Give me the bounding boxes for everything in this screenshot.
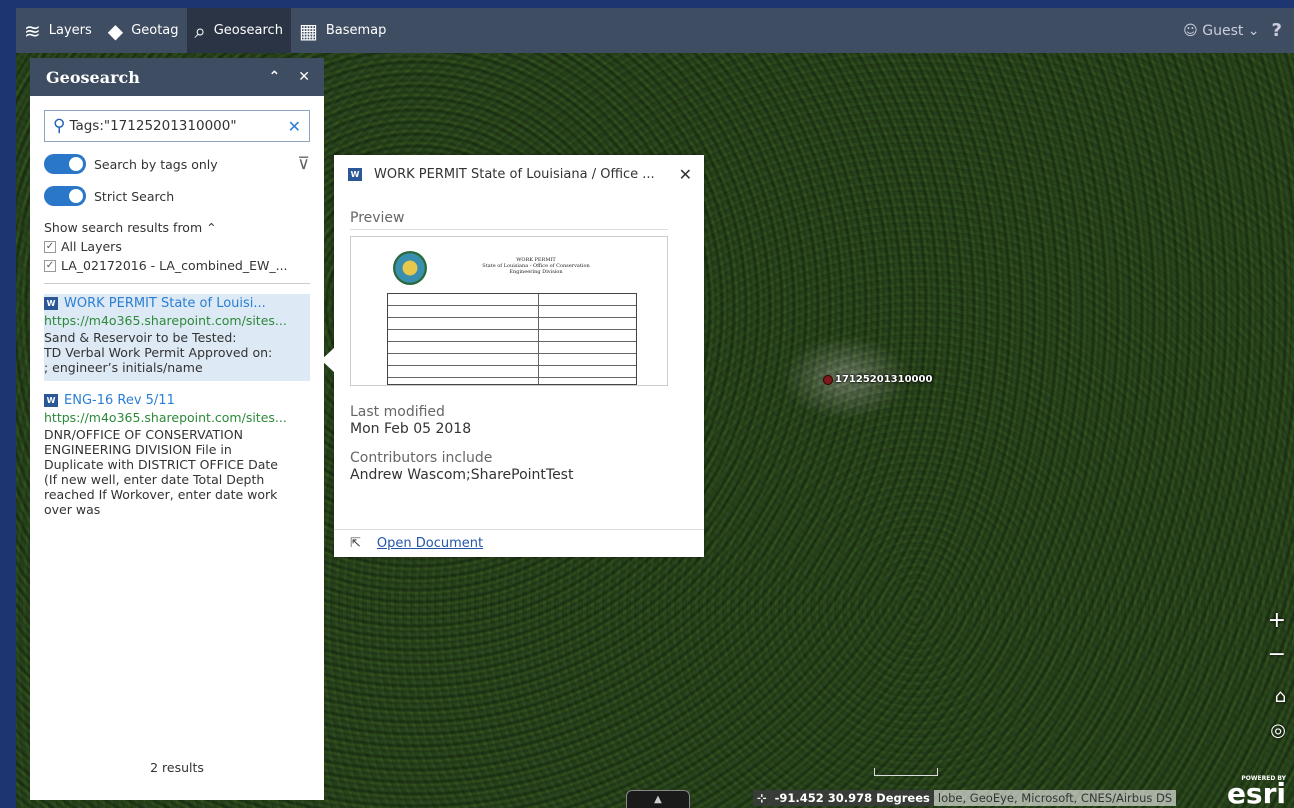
search-icon: ⚲ (53, 116, 66, 136)
results-count: 2 results (150, 760, 204, 775)
contributors-label: Contributors include (350, 450, 493, 466)
geosearch-icon: ⌕ (194, 18, 206, 43)
modified-label: Last modified (350, 404, 445, 420)
tags-only-label: Search by tags only (94, 156, 218, 172)
preview-label: Preview (350, 210, 668, 230)
strict-search-label: Strict Search (94, 188, 175, 204)
layer-label-all: All Layers (61, 239, 122, 254)
tag-icon: ◆ (107, 18, 124, 43)
strict-toggle-row: Strict Search (44, 186, 310, 206)
coordinates: -91.452 30.978 Degrees (770, 790, 934, 806)
checkbox-la-layer[interactable]: ✓ (44, 259, 56, 272)
user-icon: ☺ (1183, 22, 1198, 39)
user-name: Guest (1202, 22, 1244, 39)
chevron-up-icon: ▲ (654, 794, 662, 805)
source-label-text: Show search results from (44, 220, 203, 235)
search-box: ⚲ ✕ (44, 110, 310, 142)
coords-bar: ⊹ -91.452 30.978 Degrees lobe, GeoEye, M… (753, 789, 1177, 807)
geosearch-panel: Geosearch ⌃ ✕ ⚲ ✕ Search by tags only ⊽ … (30, 58, 324, 800)
top-toolbar: ≋ Layers ◆ Geotag ⌕ Geosearch ▦ Basemap … (16, 8, 1294, 53)
doc-heading: WORK PERMIT State of Louisiana - Office … (482, 257, 590, 275)
close-icon[interactable]: ✕ (298, 69, 310, 85)
user-menu[interactable]: ☺ Guest ⌄ (1183, 23, 1259, 39)
geotag-button[interactable]: ◆ Geotag (100, 8, 187, 53)
result-desc: Sand & Reservoir to be Tested: TD Verbal… (44, 330, 273, 375)
zoom-in-button[interactable]: + (1268, 608, 1286, 633)
map-frame[interactable]: ≋ Layers ◆ Geotag ⌕ Geosearch ▦ Basemap … (16, 8, 1294, 808)
word-doc-icon: W (44, 394, 58, 407)
result-desc: DNR/OFFICE OF CONSERVATION ENGINEERING D… (44, 427, 278, 517)
close-icon[interactable]: ✕ (679, 165, 692, 184)
source-label[interactable]: Show search results from ⌃ (44, 220, 310, 235)
home-icon[interactable]: ⌂ (1275, 686, 1286, 707)
attribution: lobe, GeoEye, Microsoft, CNES/Airbus DS (933, 790, 1177, 806)
popup-title: WORK PERMIT State of Louisiana / Office … (374, 167, 655, 182)
search-input[interactable] (69, 118, 288, 134)
scale-bar (874, 768, 938, 776)
chevron-up-icon: ⌃ (206, 220, 217, 235)
result-title[interactable]: WORK PERMIT State of Louisi... (64, 296, 266, 311)
geosearch-button[interactable]: ⌕ Geosearch (186, 8, 291, 53)
result-url: https://m4o365.sharepoint.com/sites... (44, 313, 287, 328)
word-doc-icon: W (44, 297, 58, 310)
popup-pointer (321, 348, 334, 372)
filter-icon[interactable]: ⊽ (298, 154, 310, 174)
layer-label-la: LA_02172016 - LA_combined_EW_... (61, 258, 288, 273)
open-document-link[interactable]: Open Document (377, 536, 483, 551)
state-seal-image (393, 251, 427, 285)
basemap-icon: ▦ (298, 18, 318, 43)
expand-panel-tab[interactable]: ▲ (626, 790, 690, 808)
doc-form-grid (387, 293, 637, 385)
layer-option-all[interactable]: ✓ All Layers (44, 239, 310, 254)
marker-dot[interactable] (823, 374, 833, 385)
strict-search-toggle[interactable] (44, 186, 86, 206)
layers-label: Layers (48, 23, 92, 38)
word-doc-icon: W (348, 168, 362, 181)
layers-icon: ≋ (24, 18, 41, 43)
help-icon[interactable]: ? (1272, 20, 1282, 41)
clear-search-icon[interactable]: ✕ (288, 117, 301, 136)
map-marker[interactable]: 17125201310000 (823, 374, 932, 385)
result-url: https://m4o365.sharepoint.com/sites... (44, 410, 287, 425)
geosearch-label: Geosearch (213, 23, 283, 38)
modified-value: Mon Feb 05 2018 (350, 421, 472, 437)
locate-icon[interactable]: ◎ (1270, 720, 1286, 741)
checkbox-all-layers[interactable]: ✓ (44, 240, 56, 253)
geotag-label: Geotag (131, 23, 179, 38)
contributors-value: Andrew Wascom;SharePointTest (350, 467, 574, 483)
zoom-out-button[interactable]: − (1268, 642, 1286, 667)
result-item[interactable]: W WORK PERMIT State of Louisi... https://… (44, 294, 310, 381)
external-link-icon: ⇱ (350, 536, 361, 551)
document-preview[interactable]: WORK PERMIT State of Louisiana - Office … (350, 236, 668, 386)
document-popup: W WORK PERMIT State of Louisiana / Offic… (334, 155, 704, 557)
basemap-button[interactable]: ▦ Basemap (291, 8, 394, 53)
layer-option-la[interactable]: ✓ LA_02172016 - LA_combined_EW_... (44, 258, 310, 273)
tags-only-toggle[interactable] (44, 154, 86, 174)
marker-label: 17125201310000 (835, 374, 933, 385)
collapse-icon[interactable]: ⌃ (269, 69, 281, 85)
layers-button[interactable]: ≋ Layers (16, 8, 100, 53)
tags-toggle-row: Search by tags only ⊽ (44, 154, 310, 174)
panel-title: Geosearch (46, 67, 140, 87)
crosshair-icon[interactable]: ⊹ (753, 790, 771, 806)
basemap-label: Basemap (325, 23, 387, 38)
result-title[interactable]: ENG-16 Rev 5/11 (64, 393, 175, 408)
divider (44, 283, 310, 284)
esri-logo-text: esri (1226, 777, 1286, 808)
panel-header: Geosearch ⌃ ✕ (30, 58, 324, 96)
result-item[interactable]: W ENG-16 Rev 5/11 https://m4o365.sharepoi… (44, 391, 310, 523)
esri-logo: POWERED BY esri (1226, 775, 1286, 808)
